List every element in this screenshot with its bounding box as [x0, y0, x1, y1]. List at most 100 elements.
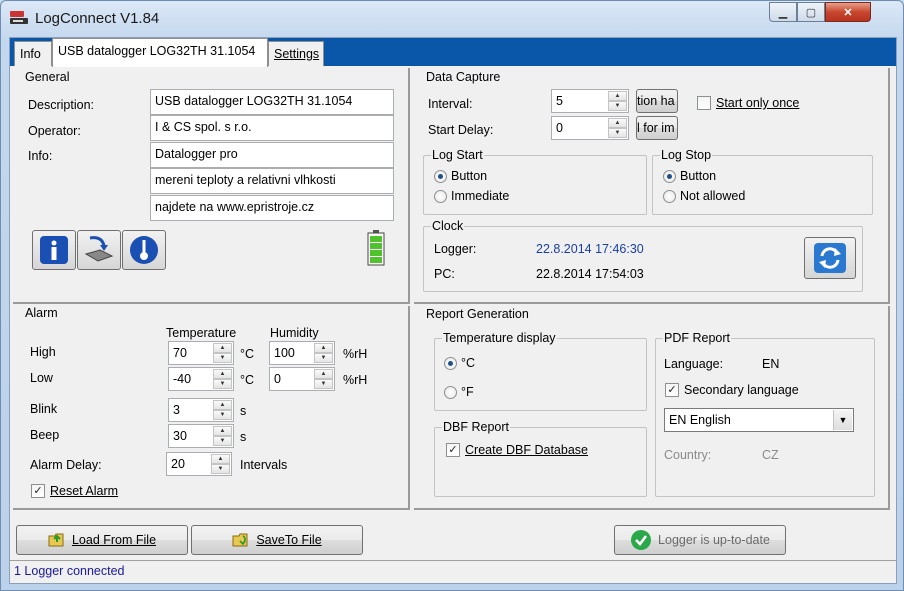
start-delay-unit-button[interactable]: l for im: [636, 116, 678, 140]
info-button[interactable]: [32, 230, 76, 270]
spin-up-icon[interactable]: ▲: [211, 454, 230, 464]
spin-up-icon[interactable]: ▲: [314, 343, 333, 353]
high-humidity-stepper[interactable]: 100 ▲ ▼: [269, 341, 335, 365]
spin-up-icon[interactable]: ▲: [213, 400, 232, 410]
log-stop-not-allowed-radio[interactable]: Not allowed: [663, 189, 745, 203]
log-stop-button-radio[interactable]: Button: [663, 169, 716, 183]
title-bar[interactable]: LogConnect V1.84 ▁ ▢ ✕: [1, 1, 903, 35]
low-label: Low: [30, 371, 53, 385]
save-to-file-button[interactable]: SaveTo File: [191, 525, 363, 555]
app-window: LogConnect V1.84 ▁ ▢ ✕ Info USB datalogg…: [0, 0, 904, 591]
pc-clock-label: PC:: [434, 267, 455, 281]
usb-logger-icon: [10, 11, 28, 24]
spin-down-icon[interactable]: ▼: [314, 353, 333, 363]
checkmark-icon: ✓: [446, 443, 460, 457]
reset-alarm-checkbox[interactable]: ✓ Reset Alarm: [31, 484, 118, 498]
spin-down-icon[interactable]: ▼: [213, 353, 232, 363]
interval-unit-button[interactable]: tion ha: [636, 89, 678, 113]
download-to-logger-button[interactable]: [77, 230, 121, 270]
description-field[interactable]: USB datalogger LOG32TH 31.1054: [150, 89, 394, 115]
spin-down-icon[interactable]: ▼: [608, 128, 627, 138]
log-start-group: Log Start Button Immediate: [423, 148, 647, 215]
client-area: Info USB datalogger LOG32TH 31.1054 Sett…: [9, 37, 897, 584]
window-title: LogConnect V1.84: [35, 10, 160, 27]
log-start-button-radio[interactable]: Button: [434, 169, 487, 183]
spin-up-icon[interactable]: ▲: [314, 369, 333, 379]
info-field-line-3[interactable]: najdete na www.epristroje.cz: [150, 195, 394, 221]
info-field-line-1[interactable]: Datalogger pro: [150, 142, 394, 168]
checkmark-icon: ✓: [665, 383, 679, 397]
close-button[interactable]: ✕: [825, 2, 871, 22]
operator-label: Operator:: [28, 124, 81, 138]
thermometer-button[interactable]: [122, 230, 166, 270]
checkbox-box: [697, 96, 711, 110]
start-delay-stepper[interactable]: 0 ▲ ▼: [551, 116, 629, 140]
general-title: General: [24, 70, 71, 84]
clock-title: Clock: [431, 219, 465, 233]
start-only-once-checkbox[interactable]: Start only once: [697, 96, 799, 110]
high-temperature-stepper[interactable]: 70 ▲ ▼: [168, 341, 234, 365]
logger-status-button[interactable]: Logger is up-to-date: [614, 525, 786, 555]
info-field-line-2[interactable]: mereni teploty a relativni vlhkosti: [150, 168, 394, 194]
logger-clock-label: Logger:: [434, 242, 477, 256]
temperature-display-group: Temperature display °C °F: [434, 331, 647, 411]
clock-group: Clock Logger: 22.8.2014 17:46:30 PC: 22.…: [423, 219, 863, 292]
sync-clock-button[interactable]: [804, 237, 856, 279]
beep-stepper[interactable]: 30 ▲ ▼: [168, 424, 234, 448]
dbf-report-group: DBF Report ✓ Create DBF Database: [434, 420, 647, 497]
secondary-language-checkbox[interactable]: ✓ Secondary language: [665, 383, 799, 397]
country-value: CZ: [762, 448, 779, 462]
temperature-header: Temperature: [166, 326, 237, 340]
country-label: Country:: [664, 448, 712, 462]
spin-up-icon[interactable]: ▲: [213, 343, 232, 353]
load-from-file-button[interactable]: Load From File: [16, 525, 188, 555]
humidity-header: Humidity: [270, 326, 319, 340]
folder-open-icon: [48, 533, 64, 547]
tab-device[interactable]: USB datalogger LOG32TH 31.1054: [52, 38, 268, 67]
language-value: EN: [762, 357, 780, 371]
alarm-title: Alarm: [24, 306, 59, 320]
low-temperature-stepper[interactable]: -40 ▲ ▼: [168, 367, 234, 391]
spin-down-icon[interactable]: ▼: [213, 436, 232, 446]
secondary-language-select[interactable]: EN English ▼: [664, 408, 854, 432]
maximize-button[interactable]: ▢: [797, 2, 825, 22]
checkmark-icon: ✓: [31, 484, 45, 498]
minimize-icon: ▁: [778, 6, 788, 19]
thermometer-icon: [130, 236, 158, 264]
fahrenheit-radio[interactable]: °F: [444, 385, 474, 399]
description-label: Description:: [28, 98, 94, 112]
high-label: High: [30, 345, 56, 359]
log-stop-group: Log Stop Button Not allowed: [652, 148, 873, 215]
interval-stepper[interactable]: 5 ▲ ▼: [551, 89, 629, 113]
alarm-delay-stepper[interactable]: 20 ▲ ▼: [166, 452, 232, 476]
blink-label: Blink: [30, 402, 58, 416]
data-capture-group: Data Capture Interval: 5 ▲ ▼ tion ha Star…: [418, 70, 888, 300]
close-icon: ✕: [843, 6, 853, 19]
minimize-button[interactable]: ▁: [769, 2, 797, 22]
spin-down-icon[interactable]: ▼: [211, 464, 230, 474]
language-label: Language:: [664, 357, 724, 371]
low-humidity-stepper[interactable]: 0 ▲ ▼: [269, 367, 335, 391]
check-circle-icon: [631, 530, 652, 550]
operator-field[interactable]: I & CS spol. s r.o.: [150, 115, 394, 141]
info-icon: [40, 236, 68, 264]
celsius-radio[interactable]: °C: [444, 356, 475, 370]
spin-down-icon[interactable]: ▼: [314, 379, 333, 389]
maximize-icon: ▢: [805, 6, 817, 19]
logger-clock-value: 22.8.2014 17:46:30: [536, 242, 644, 256]
tab-info[interactable]: Info: [14, 41, 52, 66]
spin-down-icon[interactable]: ▼: [213, 410, 232, 420]
folder-save-icon: [232, 533, 248, 547]
general-group: General Description: Operator: Info: USB…: [17, 70, 407, 300]
log-start-immediate-radio[interactable]: Immediate: [434, 189, 509, 203]
blink-stepper[interactable]: 3 ▲ ▼: [168, 398, 234, 422]
spin-up-icon[interactable]: ▲: [608, 118, 627, 128]
spin-up-icon[interactable]: ▲: [213, 369, 232, 379]
spin-up-icon[interactable]: ▲: [608, 91, 627, 101]
battery-icon: [367, 230, 385, 266]
spin-down-icon[interactable]: ▼: [213, 379, 232, 389]
tab-settings[interactable]: Settings: [268, 41, 324, 66]
spin-up-icon[interactable]: ▲: [213, 426, 232, 436]
create-dbf-checkbox[interactable]: ✓ Create DBF Database: [446, 443, 588, 457]
spin-down-icon[interactable]: ▼: [608, 101, 627, 111]
